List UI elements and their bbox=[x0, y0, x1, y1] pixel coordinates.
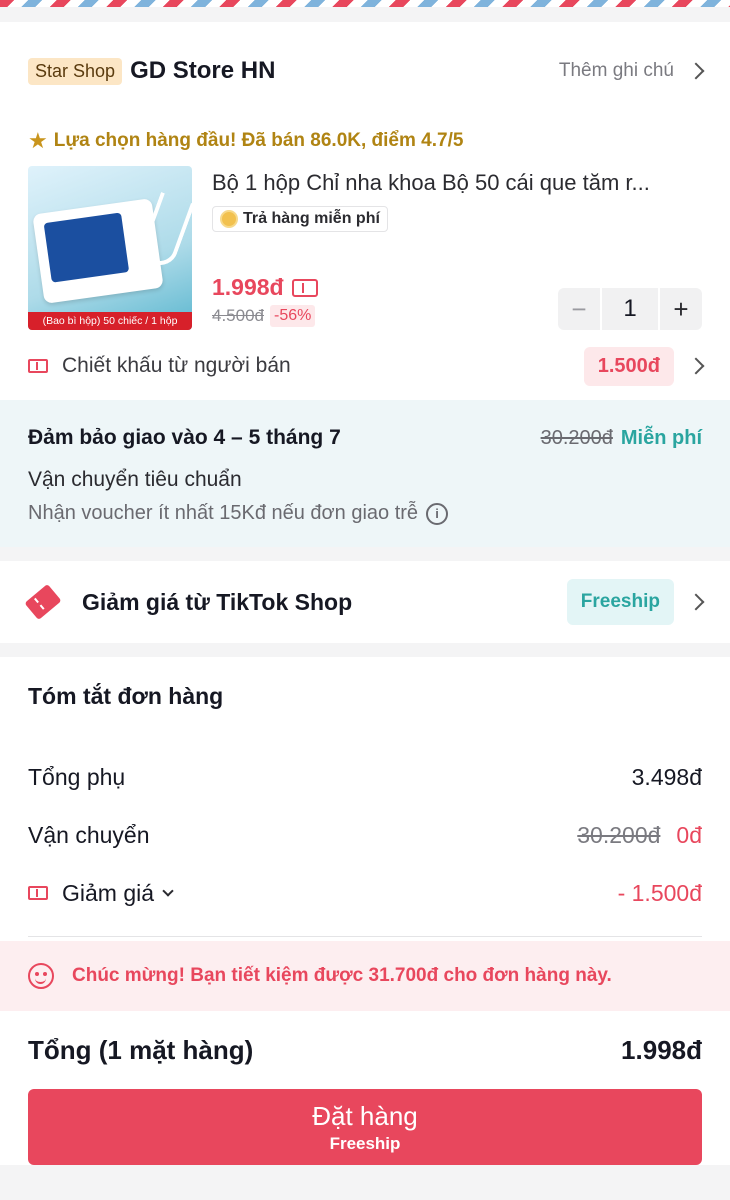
discount-percent-badge: -56% bbox=[270, 305, 316, 327]
old-price-row: 4.500đ -56% bbox=[212, 305, 316, 327]
chevron-right-icon[interactable] bbox=[687, 62, 705, 80]
shop-header: Star Shop GD Store HN Thêm ghi chú bbox=[0, 22, 730, 120]
seller-discount-row[interactable]: Chiết khấu từ người bán 1.500đ bbox=[0, 332, 730, 400]
increase-quantity-button[interactable]: + bbox=[660, 294, 702, 325]
product-info: Bộ 1 hộp Chỉ nha khoa Bộ 50 cái que tăm … bbox=[212, 166, 702, 332]
tiktok-discount-row[interactable]: Giảm giá từ TikTok Shop Freeship bbox=[0, 561, 730, 643]
late-voucher-text: Nhận voucher ít nhất 15Kđ nếu đơn giao t… bbox=[28, 502, 419, 524]
seller-discount-label: Chiết khấu từ người bán bbox=[62, 354, 291, 377]
airmail-stripe bbox=[0, 0, 730, 22]
subtotal-label: Tổng phụ bbox=[28, 763, 126, 790]
shop-card: Star Shop GD Store HN Thêm ghi chú ★ Lựa… bbox=[0, 22, 730, 547]
savings-banner: Chúc mừng! Bạn tiết kiệm được 31.700đ ch… bbox=[0, 941, 730, 1011]
shipping-free-label: Miễn phí bbox=[620, 426, 702, 449]
divider bbox=[28, 936, 702, 937]
chevron-right-icon[interactable] bbox=[687, 357, 705, 375]
coupon-icon bbox=[24, 583, 62, 621]
discount-label: Giảm giá bbox=[62, 879, 155, 906]
ticket-icon bbox=[28, 886, 48, 900]
top-choice-banner: ★ Lựa chọn hàng đầu! Đã bán 86.0K, điểm … bbox=[0, 120, 730, 162]
shipping-guarantee: Đảm bảo giao vào 4 – 5 tháng 7 bbox=[28, 426, 341, 449]
quantity-stepper: − 1 + bbox=[558, 288, 702, 330]
total-label: Tổng (1 mặt hàng) bbox=[28, 1034, 254, 1065]
place-order-label: Đặt hàng bbox=[312, 1100, 418, 1131]
product-image-caption: (Bao bì hộp) 50 chiếc / 1 hộp bbox=[28, 312, 192, 330]
discount-row[interactable]: Giảm giá - 1.500đ bbox=[28, 864, 702, 922]
tiktok-discount-label: Giảm giá từ TikTok Shop bbox=[82, 588, 353, 615]
ticket-icon bbox=[28, 359, 48, 373]
shipping-section[interactable]: Đảm bảo giao vào 4 – 5 tháng 7 30.200đ M… bbox=[0, 400, 730, 547]
section-gap bbox=[0, 643, 730, 657]
discount-value: - 1.500đ bbox=[617, 879, 702, 906]
top-choice-text: Lựa chọn hàng đầu! Đã bán 86.0K, điểm 4.… bbox=[53, 130, 464, 151]
product-title[interactable]: Bộ 1 hộp Chỉ nha khoa Bộ 50 cái que tăm … bbox=[212, 170, 698, 196]
product-price: 1.998đ bbox=[212, 274, 284, 300]
shipping-old-value: 30.200đ bbox=[577, 821, 661, 848]
quantity-value[interactable]: 1 bbox=[600, 288, 660, 330]
free-return-badge: Trả hàng miễn phí bbox=[212, 206, 388, 232]
product-image[interactable]: (Bao bì hộp) 50 chiếc / 1 hộp bbox=[28, 166, 192, 330]
free-return-label: Trả hàng miễn phí bbox=[243, 210, 380, 227]
smiley-icon bbox=[28, 963, 54, 989]
chevron-right-icon[interactable] bbox=[687, 593, 705, 611]
product-item: (Bao bì hộp) 50 chiếc / 1 hộp Bộ 1 hộp C… bbox=[0, 162, 730, 332]
section-gap bbox=[0, 547, 730, 561]
shipping-label: Vận chuyển bbox=[28, 821, 150, 848]
freeship-tag: Freeship bbox=[566, 579, 674, 625]
subtotal-row: Tổng phụ 3.498đ bbox=[28, 748, 702, 806]
star-shop-badge: Star Shop bbox=[28, 57, 123, 85]
total-value: 1.998đ bbox=[621, 1034, 702, 1065]
add-note-link[interactable]: Thêm ghi chú bbox=[559, 60, 674, 82]
subtotal-value: 3.498đ bbox=[631, 763, 702, 790]
place-order-button[interactable]: Đặt hàng Freeship bbox=[28, 1089, 702, 1165]
summary-title: Tóm tắt đơn hàng bbox=[28, 683, 224, 709]
voucher-ticket-icon bbox=[291, 278, 318, 297]
price-row: 1.998đ bbox=[212, 274, 318, 301]
shipping-guarantee-row: Đảm bảo giao vào 4 – 5 tháng 7 30.200đ M… bbox=[28, 426, 702, 450]
savings-text: Chúc mừng! Bạn tiết kiệm được 31.700đ ch… bbox=[72, 965, 612, 986]
info-icon[interactable]: i bbox=[426, 502, 449, 525]
order-summary-card: Tóm tắt đơn hàng Tổng phụ 3.498đ Vận chu… bbox=[0, 657, 730, 1165]
star-icon: ★ bbox=[28, 128, 48, 153]
chevron-down-icon[interactable] bbox=[162, 885, 174, 897]
shipping-row: Vận chuyển 30.200đ 0đ bbox=[28, 806, 702, 864]
shop-name[interactable]: GD Store HN bbox=[130, 57, 275, 85]
seller-discount-value: 1.500đ bbox=[583, 346, 674, 386]
original-price: 4.500đ bbox=[212, 306, 264, 325]
place-order-sublabel: Freeship bbox=[329, 1133, 401, 1153]
total-row: Tổng (1 mặt hàng) 1.998đ bbox=[0, 1011, 730, 1089]
shipping-new-value: 0đ bbox=[676, 821, 702, 848]
decrease-quantity-button[interactable]: − bbox=[558, 294, 600, 325]
shipping-method: Vận chuyển tiêu chuẩn bbox=[28, 468, 242, 491]
free-return-icon bbox=[220, 210, 238, 228]
shipping-old-fee: 30.200đ bbox=[540, 426, 613, 449]
late-delivery-voucher: Nhận voucher ít nhất 15Kđ nếu đơn giao t… bbox=[28, 502, 702, 525]
